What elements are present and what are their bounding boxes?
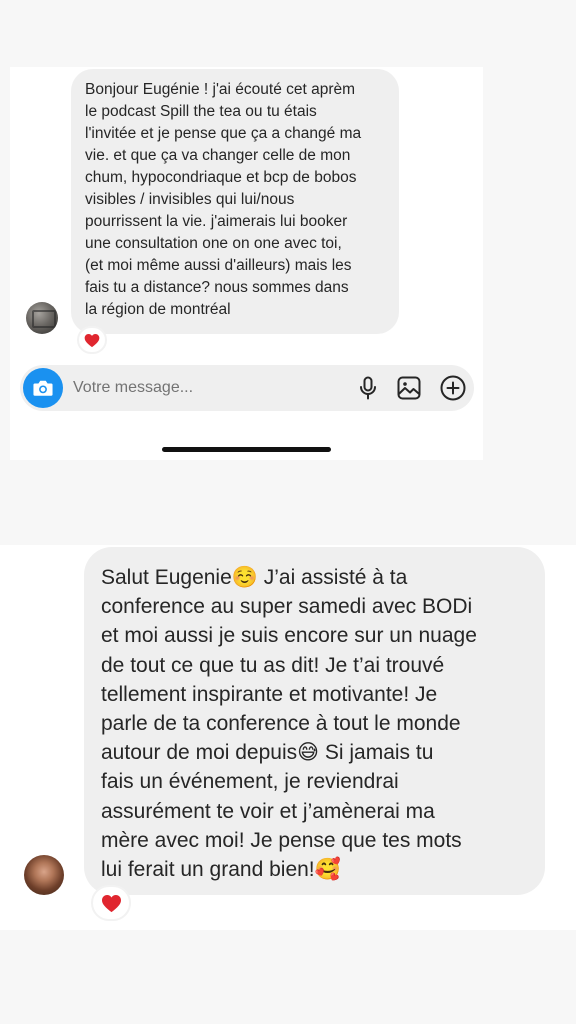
image-icon[interactable] (396, 375, 422, 401)
home-indicator (162, 447, 331, 452)
message-composer (20, 365, 474, 411)
camera-icon[interactable] (23, 368, 63, 408)
message-bubble[interactable]: Bonjour Eugénie ! j'ai écouté cet aprèm … (71, 69, 399, 334)
avatar[interactable] (24, 855, 64, 895)
chat-screenshot-2: Salut Eugenie☺️ J’ai assisté à ta confer… (0, 545, 576, 930)
message-input[interactable] (73, 365, 323, 411)
microphone-icon[interactable] (355, 375, 381, 401)
plus-circle-icon[interactable] (440, 375, 466, 401)
chat-screenshot-1: Bonjour Eugénie ! j'ai écouté cet aprèm … (10, 67, 483, 460)
avatar[interactable] (26, 302, 58, 334)
message-bubble[interactable]: Salut Eugenie☺️ J’ai assisté à ta confer… (84, 547, 545, 895)
heart-reaction-icon[interactable] (77, 326, 107, 354)
heart-reaction-icon[interactable] (91, 885, 131, 921)
